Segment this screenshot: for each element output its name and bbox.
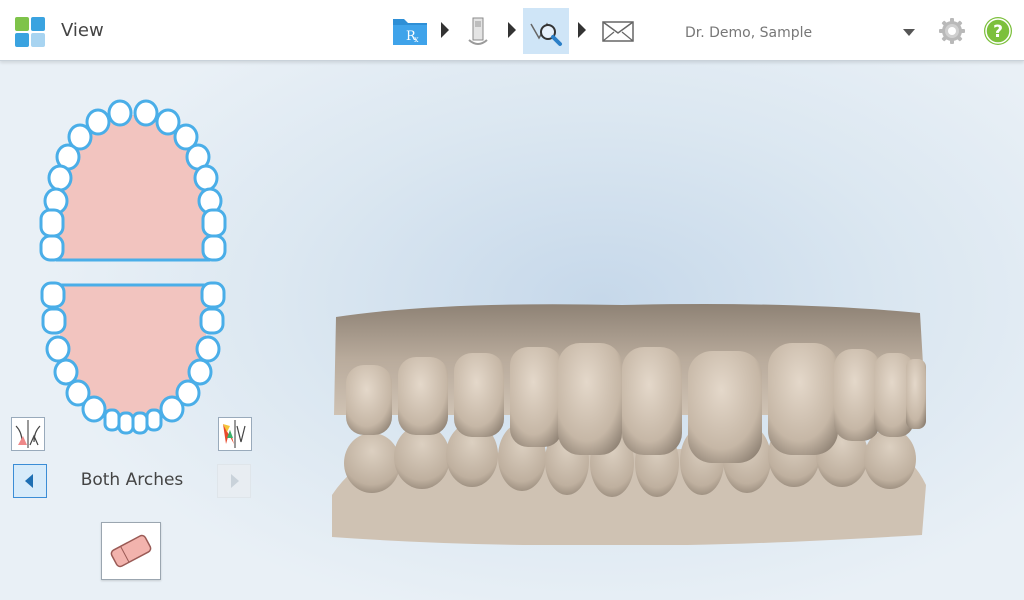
upper-arch[interactable] <box>39 99 227 262</box>
chevron-left-icon <box>25 474 33 488</box>
rx-folder-icon: R x <box>393 19 427 45</box>
chevron-down-icon[interactable] <box>903 29 915 36</box>
patient-name[interactable]: Dr. Demo, Sample <box>685 25 812 41</box>
step-arrow-icon <box>441 22 449 38</box>
arch-selection-label: Both Arches <box>80 470 184 490</box>
eraser-icon <box>110 534 152 568</box>
svg-text:?: ? <box>993 22 1003 42</box>
view-magnifier-icon <box>530 22 562 46</box>
step-arrow-icon <box>578 22 586 38</box>
help-icon[interactable]: ? <box>983 16 1013 46</box>
send-envelope-icon <box>602 21 634 42</box>
previous-arch-button[interactable] <box>13 464 47 498</box>
step-arrow-icon <box>508 22 516 38</box>
step-send-button[interactable] <box>595 8 641 54</box>
step-view-button[interactable] <box>523 8 569 54</box>
next-arch-button[interactable] <box>217 464 251 498</box>
gear-icon[interactable] <box>937 16 967 46</box>
workflow-steps: R x <box>388 8 648 54</box>
tooth-margin-icon <box>15 420 41 448</box>
tile-grid-logo-icon[interactable] <box>15 17 45 47</box>
page-title: View <box>61 20 104 41</box>
3d-scan-model[interactable] <box>322 295 934 545</box>
lower-arch[interactable] <box>40 281 226 435</box>
eraser-button[interactable] <box>101 522 161 580</box>
step-scan-button[interactable] <box>455 8 501 54</box>
occlusion-map-button[interactable] <box>218 417 252 451</box>
occlusion-color-icon <box>223 420 246 448</box>
svg-text:x: x <box>414 35 419 44</box>
arch-navigation-map[interactable] <box>38 95 228 440</box>
top-bar: View R x Dr. Demo, Sample ? <box>0 0 1024 61</box>
step-rx-button[interactable]: R x <box>388 8 434 54</box>
chevron-right-icon <box>231 474 239 488</box>
scanner-wand-icon <box>468 17 488 45</box>
margin-view-button[interactable] <box>11 417 45 451</box>
